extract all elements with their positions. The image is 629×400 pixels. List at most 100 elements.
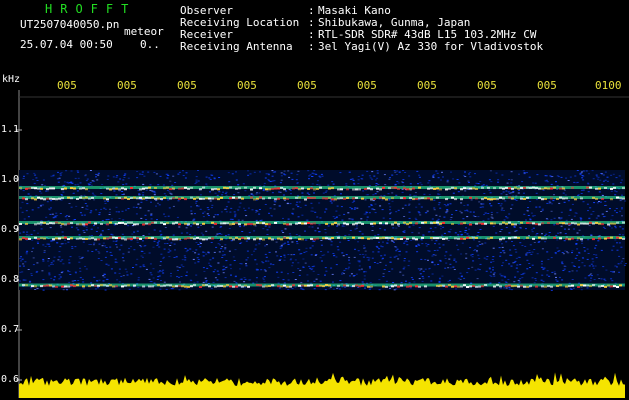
noise-speck xyxy=(316,216,319,218)
noise-speck xyxy=(611,249,614,251)
noise-speck xyxy=(490,181,493,183)
signal-pixel xyxy=(193,237,196,240)
noise-speck xyxy=(265,173,268,175)
noise-speck xyxy=(580,289,583,291)
noise-speck xyxy=(403,242,406,244)
noise-speck xyxy=(22,177,25,179)
signal-pixel xyxy=(175,221,178,224)
noise-speck xyxy=(311,176,314,177)
signal-pixel xyxy=(382,236,385,239)
noise-speck xyxy=(332,216,335,218)
noise-speck xyxy=(508,213,511,215)
noise-speck xyxy=(21,271,24,273)
signal-pixel xyxy=(145,187,148,190)
noise-speck xyxy=(176,276,179,278)
noise-speck xyxy=(115,241,118,242)
signal-pixel xyxy=(373,197,376,200)
noise-speck xyxy=(228,181,231,183)
signal-pixel xyxy=(220,196,223,199)
noise-speck xyxy=(515,267,518,269)
noise-speck xyxy=(289,189,292,191)
noise-speck xyxy=(225,191,228,193)
noise-speck xyxy=(616,249,619,251)
noise-speck xyxy=(68,281,71,283)
noise-speck xyxy=(507,191,510,193)
noise-speck xyxy=(387,239,390,241)
noise-speck xyxy=(254,248,257,250)
noise-speck xyxy=(293,254,296,256)
signal-pixel xyxy=(475,222,478,225)
signal-pixel xyxy=(352,285,355,288)
signal-pixel xyxy=(322,285,325,288)
signal-pixel xyxy=(94,222,97,225)
noise-speck xyxy=(505,190,508,192)
noise-speck xyxy=(245,263,247,265)
noise-speck xyxy=(122,260,125,262)
noise-speck xyxy=(195,249,198,251)
noise-speck xyxy=(210,265,213,267)
signal-pixel xyxy=(178,284,181,287)
noise-speck xyxy=(391,192,394,194)
noise-speck xyxy=(586,287,589,289)
noise-speck xyxy=(401,181,404,183)
noise-speck xyxy=(502,250,505,252)
noise-speck xyxy=(463,205,466,206)
signal-pixel xyxy=(409,188,412,191)
noise-speck xyxy=(154,192,157,194)
noise-speck xyxy=(263,182,266,184)
signal-pixel xyxy=(166,186,169,189)
signal-pixel xyxy=(124,238,127,241)
noise-speck xyxy=(442,244,445,246)
signal-pixel xyxy=(460,222,463,225)
noise-speck xyxy=(535,192,538,194)
noise-speck xyxy=(97,227,99,229)
signal-pixel xyxy=(196,196,199,199)
noise-speck xyxy=(235,282,238,284)
noise-speck xyxy=(473,239,475,241)
noise-speck xyxy=(291,178,294,180)
noise-speck xyxy=(263,276,266,278)
noise-speck xyxy=(50,200,53,202)
signal-pixel xyxy=(304,198,307,201)
noise-speck xyxy=(561,262,563,264)
signal-pixel xyxy=(511,197,514,200)
noise-speck xyxy=(557,232,559,234)
noise-speck xyxy=(344,235,347,236)
noise-speck xyxy=(305,251,308,253)
signal-pixel xyxy=(481,222,484,225)
noise-speck xyxy=(108,214,111,215)
noise-speck xyxy=(581,171,583,173)
noise-speck xyxy=(405,240,407,242)
noise-speck xyxy=(426,210,429,212)
noise-speck xyxy=(71,226,73,228)
noise-speck xyxy=(532,227,535,229)
noise-speck xyxy=(530,253,533,255)
signal-pixel xyxy=(610,222,613,225)
noise-speck xyxy=(497,203,500,204)
noise-speck xyxy=(90,228,93,230)
noise-speck xyxy=(389,256,392,258)
noise-speck xyxy=(405,251,408,253)
noise-speck xyxy=(324,191,327,193)
noise-speck xyxy=(587,239,590,241)
signal-pixel xyxy=(142,285,145,288)
noise-speck xyxy=(237,184,240,186)
signal-pixel xyxy=(127,221,130,224)
noise-speck xyxy=(495,232,498,234)
noise-speck xyxy=(275,251,277,253)
noise-speck xyxy=(500,193,503,195)
signal-pixel xyxy=(259,187,262,190)
noise-speck xyxy=(322,192,325,194)
noise-speck xyxy=(402,179,405,180)
noise-speck xyxy=(292,272,295,273)
noise-speck xyxy=(415,245,418,247)
noise-speck xyxy=(428,267,431,269)
x-tick-label: 005 xyxy=(357,79,377,92)
noise-speck xyxy=(78,261,81,263)
signal-pixel xyxy=(274,221,277,224)
noise-speck xyxy=(501,207,504,209)
signal-pixel xyxy=(505,222,508,225)
x-tick-label: 005 xyxy=(117,79,137,92)
noise-speck xyxy=(291,212,294,214)
noise-speck xyxy=(452,178,455,180)
